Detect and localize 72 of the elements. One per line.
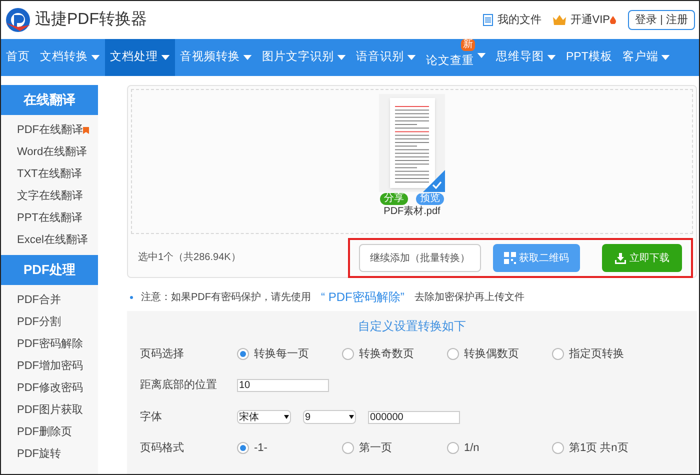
document-icon bbox=[483, 14, 494, 26]
selection-summary: 选中1个（共286.94K） bbox=[138, 250, 241, 264]
nav-tab[interactable]: 首页 bbox=[1, 39, 35, 76]
nav-tab[interactable]: 语音识别 bbox=[351, 39, 421, 76]
nav-tab[interactable]: 图片文字识别 bbox=[257, 39, 351, 76]
radio-button[interactable] bbox=[237, 442, 249, 454]
sidebar-link[interactable]: PDF删除页 bbox=[17, 424, 72, 440]
caret-icon bbox=[284, 415, 289, 419]
header-link[interactable]: 我的文件 bbox=[497, 12, 542, 28]
sidebar-heading: PDF处理 bbox=[1, 255, 98, 285]
sidebar-link[interactable]: PPT在线翻译 bbox=[17, 210, 82, 226]
sidebar-heading: 在线翻译 bbox=[1, 85, 98, 115]
header-link[interactable]: 开通VIP bbox=[570, 12, 610, 28]
password-removal-link[interactable]: “ PDF密码解除” bbox=[321, 288, 404, 306]
input-field[interactable]: 000000 bbox=[368, 410, 460, 424]
nav-tab[interactable]: 客户端 bbox=[617, 39, 676, 76]
auth-link[interactable]: 登录 bbox=[635, 12, 657, 28]
setting-label: 字体 bbox=[139, 410, 163, 425]
setting-label: 距离底部的位置 bbox=[139, 378, 218, 393]
sidebar-link[interactable]: 文字在线翻译 bbox=[17, 188, 83, 204]
add-more-button[interactable]: 继续添加（批量转换） bbox=[359, 244, 481, 272]
sidebar-link[interactable]: PDF图片获取 bbox=[17, 402, 83, 418]
nav-tab[interactable]: 思维导图 bbox=[491, 39, 561, 76]
radio-label: 转换每一页 bbox=[254, 346, 309, 362]
notice-text: 去除加密保护再上传文件 bbox=[414, 290, 524, 304]
radio-label: 1/n bbox=[464, 440, 480, 456]
radio-button[interactable] bbox=[447, 348, 459, 360]
file-name: PDF素材.pdf bbox=[384, 206, 440, 218]
flame-icon bbox=[610, 16, 616, 24]
logo-icon bbox=[5, 7, 31, 33]
dropdown-select[interactable]: 宋体 bbox=[237, 410, 291, 424]
setting-label: 页码格式 bbox=[139, 440, 185, 456]
radio-label: 第一页 bbox=[359, 440, 392, 456]
radio-label: 转换偶数页 bbox=[464, 346, 519, 362]
new-badge: 新 bbox=[461, 39, 475, 51]
sidebar-link[interactable]: Word在线翻译 bbox=[17, 144, 88, 160]
notice-text: 注意：如果PDF有密码保护，请先使用 bbox=[141, 290, 311, 304]
radio-label: 转换奇数页 bbox=[359, 346, 414, 362]
crown-icon bbox=[553, 15, 566, 25]
logo-text[interactable]: 迅捷PDF转换器 bbox=[35, 8, 147, 32]
radio-label: 指定页转换 bbox=[569, 346, 624, 362]
nav-tab[interactable]: PPT模板 bbox=[561, 39, 618, 76]
radio-label: -1- bbox=[254, 440, 268, 456]
radio-button[interactable] bbox=[552, 348, 564, 360]
input-field[interactable]: 10 bbox=[237, 378, 329, 392]
setting-label: 页码选择 bbox=[139, 346, 185, 362]
sidebar-link[interactable]: Excel在线翻译 bbox=[17, 232, 88, 248]
sidebar-link[interactable]: PDF修改密码 bbox=[17, 380, 83, 396]
sidebar-link[interactable]: PDF合并 bbox=[17, 292, 61, 308]
radio-button[interactable] bbox=[447, 442, 459, 454]
nav-tab[interactable]: 文档转换 bbox=[35, 39, 105, 76]
sidebar-link[interactable]: PDF分割 bbox=[17, 314, 61, 330]
settings-title: 自定义设置转换如下 bbox=[358, 318, 466, 335]
radio-label: 第1页 共n页 bbox=[569, 440, 628, 456]
radio-button[interactable] bbox=[342, 348, 354, 360]
dropdown-select[interactable]: 9 bbox=[303, 410, 356, 424]
caret-icon bbox=[349, 415, 354, 419]
sidebar-link[interactable]: PDF在线翻译 bbox=[17, 122, 83, 138]
radio-button[interactable] bbox=[237, 348, 249, 360]
document-thumbnail[interactable] bbox=[390, 98, 434, 188]
sidebar-link[interactable]: TXT在线翻译 bbox=[17, 166, 82, 182]
download-icon bbox=[614, 252, 626, 264]
nav-tab[interactable]: 音视频转换 bbox=[175, 39, 257, 76]
radio-button[interactable] bbox=[552, 442, 564, 454]
radio-button[interactable] bbox=[342, 442, 354, 454]
qr-code-icon bbox=[504, 252, 516, 264]
sidebar-link[interactable]: PDF密码解除 bbox=[17, 336, 83, 352]
nav-tab[interactable]: 文档处理 bbox=[105, 39, 175, 76]
auth-link[interactable]: 注册 bbox=[666, 12, 688, 28]
sidebar-link[interactable]: PDF旋转 bbox=[17, 446, 61, 462]
sidebar-link[interactable]: PDF增加密码 bbox=[17, 358, 83, 374]
nav-tab[interactable]: 论文查重 bbox=[421, 52, 491, 76]
